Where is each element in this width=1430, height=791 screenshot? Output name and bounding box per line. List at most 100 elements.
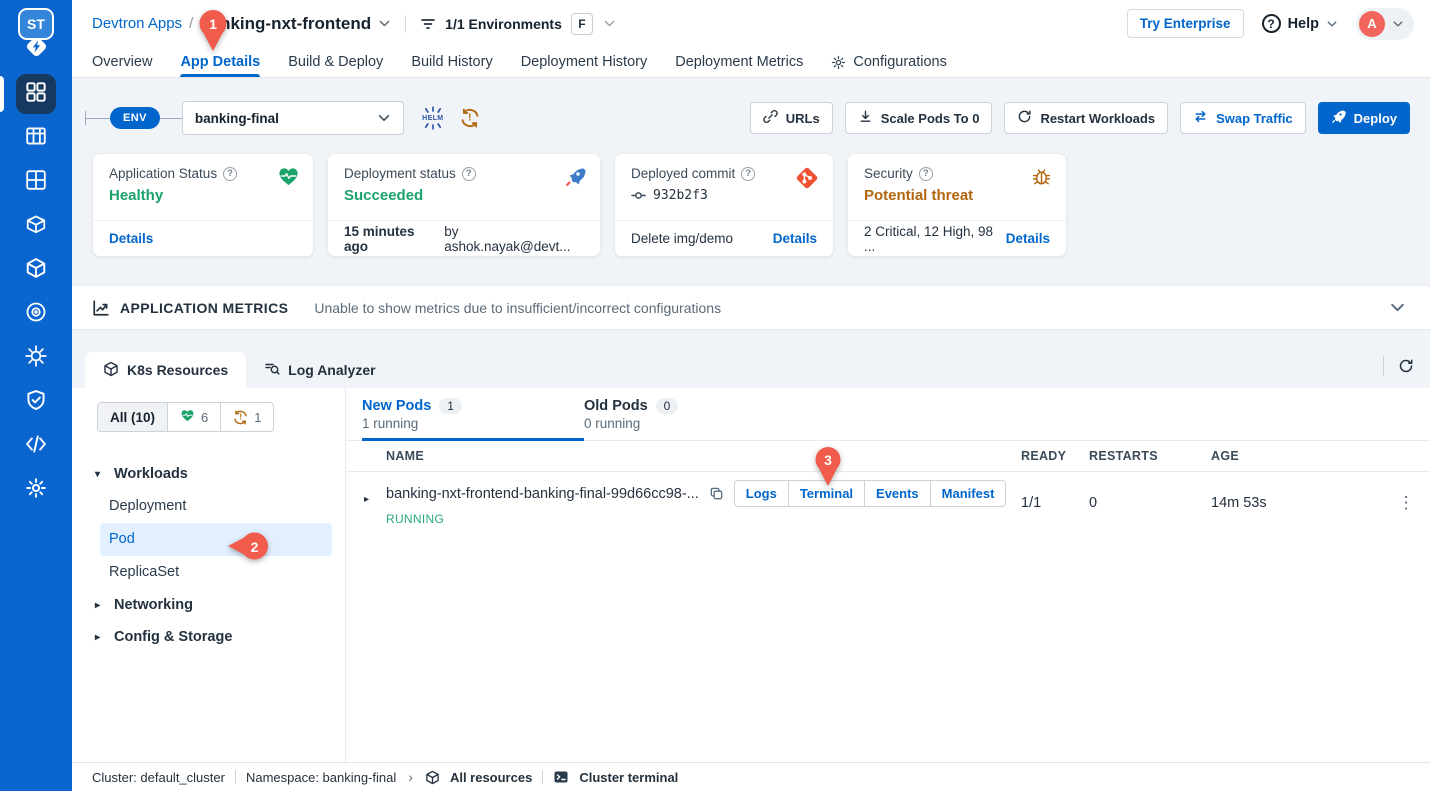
- cluster-terminal-link[interactable]: Cluster terminal: [579, 770, 678, 785]
- try-enterprise-button[interactable]: Try Enterprise: [1127, 9, 1244, 38]
- tab-deployment-metrics[interactable]: Deployment Metrics: [675, 47, 803, 77]
- column-name: NAME: [346, 449, 1021, 463]
- deployment-status-title: Deployment status: [344, 166, 456, 181]
- settings-gear-icon: [25, 477, 47, 504]
- sidebar-item-releases[interactable]: [16, 206, 56, 246]
- tree-group-workloads[interactable]: ▾ Workloads: [86, 458, 345, 490]
- environment-actions: URLs Scale Pods To 0 Restart Workloads S…: [750, 102, 1410, 134]
- new-pods-count-badge: 1: [439, 398, 462, 414]
- row-expand-caret-icon[interactable]: ▸: [364, 494, 369, 505]
- configurations-gear-icon: [831, 55, 846, 70]
- security-details-link[interactable]: Details: [1006, 231, 1050, 246]
- vulnerability-summary: 2 Critical, 12 High, 98 ...: [864, 224, 1001, 254]
- tab-old-pods[interactable]: Old Pods 0 0 running: [584, 398, 806, 440]
- manifest-button[interactable]: Manifest: [930, 481, 1006, 506]
- avatar: A: [1359, 11, 1385, 37]
- environments-count: 1/1 Environments: [445, 16, 562, 32]
- breadcrumb-devtron-apps[interactable]: Devtron Apps: [92, 15, 182, 32]
- sidebar-item-clusters[interactable]: [16, 294, 56, 334]
- app-groups-icon: [25, 169, 47, 196]
- pods-table-column: New Pods 1 1 running Old Pods 0 0 runnin…: [346, 388, 1430, 762]
- deploy-button[interactable]: Deploy: [1318, 102, 1410, 134]
- filter-healthy[interactable]: 6: [167, 403, 220, 431]
- env-line: [160, 118, 182, 119]
- logs-button[interactable]: Logs: [735, 481, 788, 506]
- heart-pulse-icon: [277, 165, 300, 188]
- application-status-card: Application Status ? Healthy Details: [92, 153, 314, 257]
- pod-name: banking-nxt-frontend-banking-final-99d66…: [386, 486, 699, 502]
- application-status-details-link[interactable]: Details: [109, 231, 153, 246]
- chart-store-helm-icon: [25, 345, 47, 372]
- tab-configurations[interactable]: Configurations: [831, 47, 947, 77]
- app-name-chevron-down-icon[interactable]: [378, 17, 391, 30]
- sidebar-item-global-config[interactable]: [16, 470, 56, 510]
- tab-build-deploy[interactable]: Build & Deploy: [288, 47, 383, 77]
- copy-icon[interactable]: [709, 486, 724, 501]
- sidebar-item-security[interactable]: [16, 382, 56, 422]
- sidebar-item-chart-store[interactable]: [16, 338, 56, 378]
- help-chevron-down-icon: [1326, 18, 1338, 30]
- commit-icon: [631, 188, 646, 203]
- tree-item-replicaset[interactable]: ReplicaSet: [100, 556, 332, 589]
- tree-item-pod[interactable]: Pod: [100, 523, 332, 556]
- help-circle-icon[interactable]: ?: [462, 167, 476, 181]
- header-divider: [405, 15, 406, 33]
- help-circle-icon[interactable]: ?: [741, 167, 755, 181]
- scale-pods-button[interactable]: Scale Pods To 0: [845, 102, 993, 134]
- annotation-marker-3: 3: [814, 446, 842, 488]
- security-card: Security ? Potential threat 2 Critical, …: [847, 153, 1067, 257]
- help-circle-icon[interactable]: ?: [223, 167, 237, 181]
- security-value: Potential threat: [864, 187, 1050, 204]
- sidebar-item-code[interactable]: [16, 426, 56, 466]
- tree-item-deployment[interactable]: Deployment: [100, 490, 332, 523]
- environment-badge[interactable]: F: [571, 13, 593, 35]
- chart-line-icon: [92, 299, 110, 317]
- deployed-commit-details-link[interactable]: Details: [773, 231, 817, 246]
- environments-chevron-down-icon[interactable]: [603, 17, 616, 30]
- tab-deployment-history[interactable]: Deployment History: [521, 47, 648, 77]
- tab-new-pods[interactable]: New Pods 1 1 running: [362, 398, 584, 440]
- tree-group-config-storage[interactable]: ▸ Config & Storage: [86, 621, 345, 653]
- filter-drifted[interactable]: ! 1: [220, 403, 273, 431]
- new-pods-running: 1 running: [362, 416, 584, 440]
- divider: [1383, 356, 1384, 376]
- link-icon: [763, 109, 778, 127]
- namespace-label: Namespace: banking-final: [246, 770, 396, 785]
- environment-select[interactable]: banking-final: [182, 101, 404, 135]
- cube-icon: [425, 770, 440, 785]
- caret-right-icon: ▸: [95, 632, 105, 643]
- help-menu[interactable]: ? Help: [1262, 14, 1338, 33]
- tab-log-analyzer[interactable]: Log Analyzer: [246, 352, 393, 388]
- environments-filter-icon: [420, 16, 436, 32]
- tab-overview[interactable]: Overview: [92, 47, 152, 77]
- help-question-icon: ?: [1262, 14, 1281, 33]
- swap-traffic-button[interactable]: Swap Traffic: [1180, 102, 1306, 134]
- metrics-chevron-down-icon[interactable]: [1389, 299, 1406, 316]
- application-status-value: Healthy: [109, 187, 297, 204]
- sidebar-item-jobs[interactable]: [16, 118, 56, 158]
- events-button[interactable]: Events: [864, 481, 930, 506]
- sidebar-item-app-groups[interactable]: [16, 162, 56, 202]
- refresh-icon[interactable]: [1398, 358, 1414, 374]
- pod-row[interactable]: ▸ banking-nxt-frontend-banking-final-99d…: [346, 472, 1430, 534]
- help-circle-icon[interactable]: ?: [919, 167, 933, 181]
- tree-group-networking[interactable]: ▸ Networking: [86, 589, 345, 621]
- k8s-resources-panel: All (10) 6 ! 1 ▾ Workloads: [72, 388, 1430, 762]
- sidebar-item-resource-browser[interactable]: [16, 250, 56, 290]
- restart-workloads-button[interactable]: Restart Workloads: [1004, 102, 1168, 134]
- row-menu-kebab-icon[interactable]: ⋮: [1398, 493, 1415, 512]
- tab-k8s-resources[interactable]: K8s Resources: [85, 352, 246, 388]
- filter-all[interactable]: All (10): [98, 403, 167, 431]
- all-resources-link[interactable]: All resources: [450, 770, 532, 785]
- pods-table-header: NAME READY RESTARTS AGE: [346, 441, 1430, 472]
- resource-tabs: K8s Resources Log Analyzer: [72, 352, 1430, 388]
- help-label: Help: [1288, 16, 1319, 32]
- healthy-heart-icon: [180, 408, 195, 426]
- tab-build-history[interactable]: Build History: [411, 47, 492, 77]
- sidebar-item-applications[interactable]: [16, 74, 56, 114]
- user-menu[interactable]: A: [1356, 8, 1414, 40]
- urls-button[interactable]: URLs: [750, 102, 833, 134]
- metrics-title: APPLICATION METRICS: [120, 300, 288, 316]
- old-pods-running: 0 running: [584, 416, 806, 440]
- old-pods-count-badge: 0: [656, 398, 679, 414]
